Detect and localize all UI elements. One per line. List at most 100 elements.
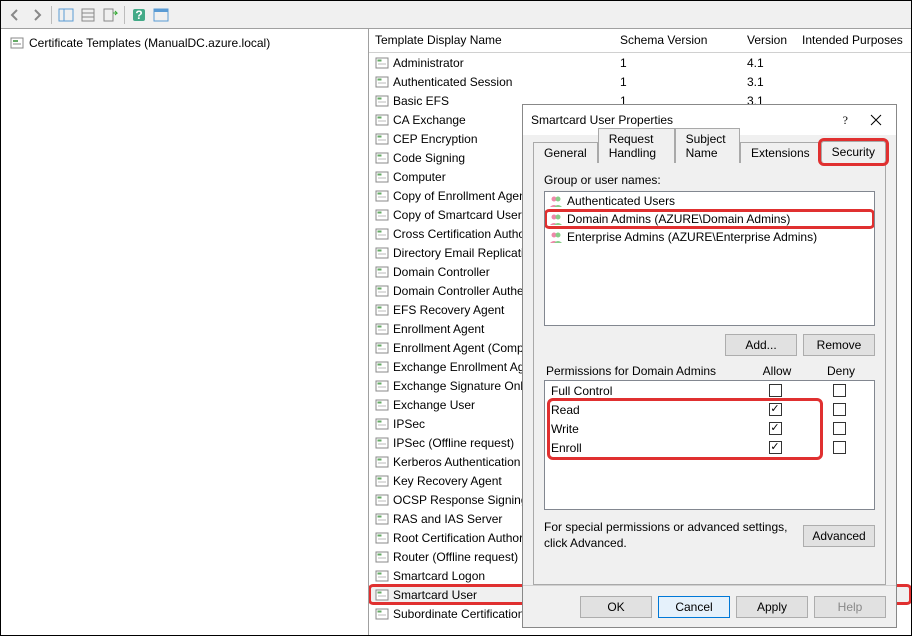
tab-subject-name[interactable]: Subject Name (675, 128, 740, 163)
separator (124, 6, 125, 24)
tabs: General Request Handling Subject Name Ex… (533, 141, 886, 163)
template-name: Directory Email Replication (393, 246, 537, 260)
certificate-icon (375, 436, 389, 450)
template-name: CA Exchange (393, 113, 466, 127)
certificate-icon (375, 246, 389, 260)
allow-checkbox[interactable] (769, 441, 782, 454)
advanced-button[interactable]: Advanced (803, 525, 875, 547)
tab-security[interactable]: Security (821, 141, 886, 163)
template-name: Administrator (393, 56, 464, 70)
template-name: Code Signing (393, 151, 465, 165)
tab-content: Group or user names: Authenticated Users… (533, 162, 886, 585)
template-name: Router (Offline request) (393, 550, 518, 564)
tab-request-handling[interactable]: Request Handling (598, 128, 675, 163)
template-name: Exchange Signature Only (393, 379, 529, 393)
help-button[interactable]: ? (129, 5, 149, 25)
apply-button[interactable]: Apply (736, 596, 808, 618)
close-icon (870, 114, 882, 126)
template-row[interactable]: Authenticated Session13.1 (369, 72, 911, 91)
svg-text:?: ? (135, 8, 142, 22)
allow-checkbox[interactable] (769, 422, 782, 435)
certificate-icon (375, 550, 389, 564)
deny-checkbox[interactable] (833, 403, 846, 416)
allow-checkbox[interactable] (769, 403, 782, 416)
panes-icon (58, 7, 74, 23)
permission-name: Full Control (551, 384, 743, 398)
certificate-icon (375, 151, 389, 165)
template-name: Subordinate Certification Au (393, 607, 542, 621)
help-button[interactable]: Help (814, 596, 886, 618)
export-icon (102, 7, 118, 23)
forward-button[interactable] (27, 5, 47, 25)
column-allow: Allow (745, 364, 809, 378)
permission-row: Read (545, 400, 874, 419)
template-name: CEP Encryption (393, 132, 478, 146)
certificate-icon (375, 531, 389, 545)
export-button[interactable] (100, 5, 120, 25)
list-button[interactable] (78, 5, 98, 25)
template-name: Key Recovery Agent (393, 474, 502, 488)
template-name: Copy of Enrollment Agent (393, 189, 529, 203)
cancel-button[interactable]: Cancel (658, 596, 730, 618)
dialog-footer: OK Cancel Apply Help (523, 585, 896, 627)
template-name: Root Certification Authority (393, 531, 535, 545)
panes-button[interactable] (56, 5, 76, 25)
permission-name: Read (551, 403, 743, 417)
group-row[interactable]: Authenticated Users (545, 192, 874, 210)
certificate-icon (375, 360, 389, 374)
template-row[interactable]: Administrator14.1 (369, 53, 911, 72)
column-name[interactable]: Template Display Name (369, 29, 614, 52)
column-purpose[interactable]: Intended Purposes (796, 29, 911, 52)
group-label: Group or user names: (544, 173, 875, 187)
certificate-icon (375, 607, 389, 621)
certificate-icon (375, 474, 389, 488)
toolbar: ? (1, 1, 911, 29)
template-name: Smartcard Logon (393, 569, 485, 583)
permission-name: Write (551, 422, 743, 436)
column-schema[interactable]: Schema Version (614, 29, 741, 52)
deny-checkbox[interactable] (833, 441, 846, 454)
list-header: Template Display Name Schema Version Ver… (369, 29, 911, 53)
group-name: Enterprise Admins (AZURE\Enterprise Admi… (567, 230, 817, 244)
certificate-icon (375, 265, 389, 279)
tree-pane: Certificate Templates (ManualDC.azure.lo… (1, 29, 369, 635)
template-schema: 1 (614, 75, 741, 89)
deny-checkbox[interactable] (833, 422, 846, 435)
tab-general[interactable]: General (533, 142, 598, 163)
ok-button[interactable]: OK (580, 596, 652, 618)
group-icon (549, 194, 563, 208)
template-name: Basic EFS (393, 94, 449, 108)
run-button[interactable] (151, 5, 171, 25)
certificate-icon (375, 588, 389, 602)
dialog-help-button[interactable]: ? (843, 113, 848, 128)
tree-root-item[interactable]: Certificate Templates (ManualDC.azure.lo… (5, 33, 364, 53)
certificate-icon (375, 512, 389, 526)
group-row[interactable]: Domain Admins (AZURE\Domain Admins) (545, 210, 874, 228)
deny-checkbox[interactable] (833, 384, 846, 397)
tab-extensions[interactable]: Extensions (740, 142, 821, 163)
add-button[interactable]: Add... (725, 334, 797, 356)
back-button[interactable] (5, 5, 25, 25)
template-name: Cross Certification Authority (393, 227, 541, 241)
certificate-icon (375, 113, 389, 127)
group-name: Authenticated Users (567, 194, 675, 208)
allow-checkbox[interactable] (769, 384, 782, 397)
template-name: Enrollment Agent (Compute (393, 341, 540, 355)
properties-dialog: Smartcard User Properties ? General Requ… (522, 104, 897, 628)
group-list[interactable]: Authenticated Users Domain Admins (AZURE\… (544, 191, 875, 326)
template-name: RAS and IAS Server (393, 512, 502, 526)
dialog-close-button[interactable] (864, 108, 888, 132)
window-icon (153, 7, 169, 23)
certificate-icon (375, 56, 389, 70)
group-row[interactable]: Enterprise Admins (AZURE\Enterprise Admi… (545, 228, 874, 246)
template-name: Domain Controller (393, 265, 490, 279)
template-name: Smartcard User (393, 588, 477, 602)
template-name: Authenticated Session (393, 75, 512, 89)
certificate-icon (375, 94, 389, 108)
list-pane: Template Display Name Schema Version Ver… (369, 29, 911, 635)
certificate-icon (375, 208, 389, 222)
certificate-icon (375, 379, 389, 393)
remove-button[interactable]: Remove (803, 334, 875, 356)
column-version[interactable]: Version (741, 29, 796, 52)
template-name: IPSec (393, 417, 425, 431)
